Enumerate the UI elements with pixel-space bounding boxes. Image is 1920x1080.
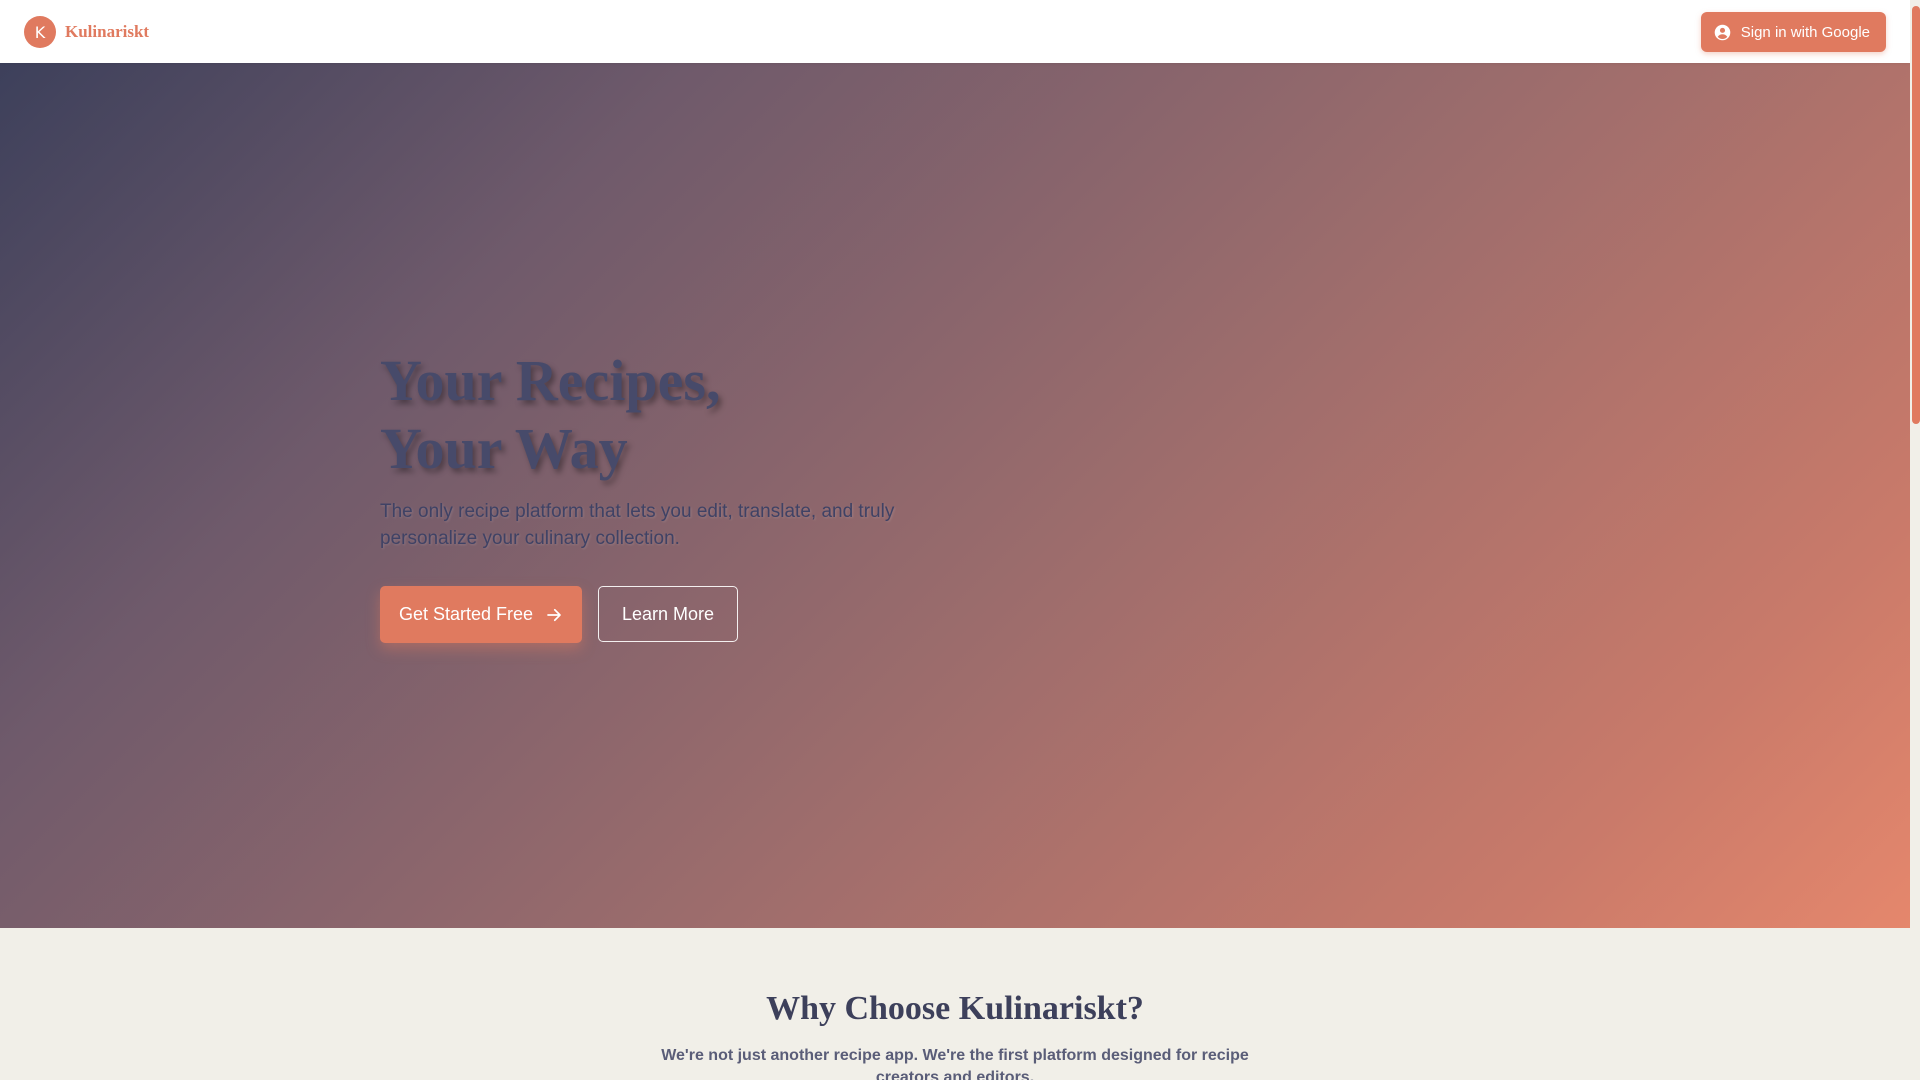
page-scrollbar[interactable] [1910, 0, 1920, 1080]
brand-mark-icon: K [24, 16, 56, 48]
sign-in-label: Sign in with Google [1740, 23, 1870, 41]
hero-title-line-1: Your Recipes, [380, 348, 721, 413]
get-started-label: Get Started Free [398, 604, 534, 624]
scrollbar-thumb[interactable] [1912, 6, 1920, 424]
sign-in-with-google-button[interactable]: Sign in with Google [1700, 12, 1886, 52]
hero-subtitle: The only recipe platform that lets you e… [380, 501, 895, 549]
hero-title-line-2: Your Way [380, 416, 628, 481]
hero-section: Your Recipes, Your Way The only recipe p… [0, 63, 1910, 928]
brand-logo-link[interactable]: K Kulinariskt [24, 16, 149, 48]
hero-title: Your Recipes, Your Way [380, 347, 1180, 483]
learn-more-button[interactable]: Learn More [598, 586, 738, 642]
top-navigation-bar: K Kulinariskt Sign in with Google [0, 0, 1910, 63]
features-title: Why Choose Kulinariskt? [766, 990, 1144, 1027]
get-started-free-button[interactable]: Get Started Free [380, 586, 582, 643]
learn-more-label: Learn More [621, 603, 715, 624]
brand-name: Kulinariskt [65, 22, 150, 41]
features-section: Why Choose Kulinariskt? We're not just a… [0, 928, 1910, 1080]
account-circle-icon [1714, 24, 1731, 40]
features-subtitle: We're not just another recipe app. We're… [661, 1047, 1249, 1080]
arrow-right-icon [547, 608, 561, 621]
